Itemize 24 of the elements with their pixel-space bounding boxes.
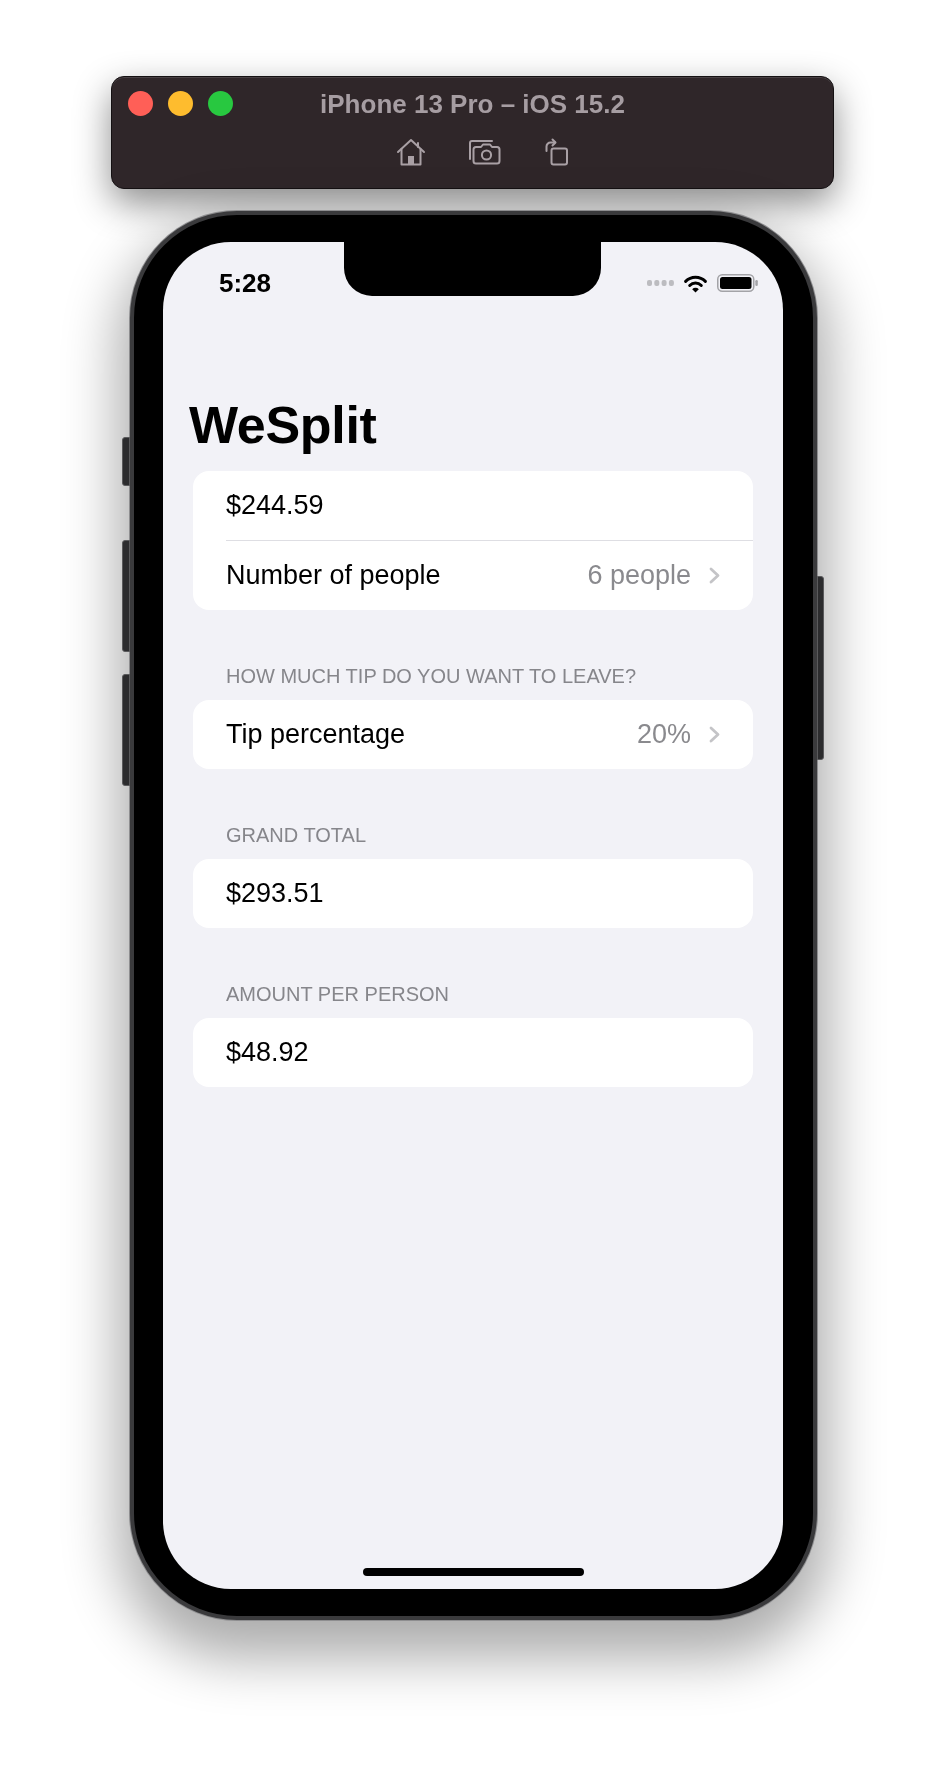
chevron-icon xyxy=(709,567,720,584)
wifi-icon xyxy=(682,273,709,293)
simulator-title: iPhone 13 Pro – iOS 15.2 xyxy=(320,87,625,120)
picker-button[interactable]: 20% xyxy=(636,719,720,750)
close-button[interactable] xyxy=(128,91,153,117)
status-time: 5:28 xyxy=(219,268,272,298)
battery-icon xyxy=(717,274,758,292)
amount-text: $293.51 xyxy=(226,878,325,909)
chevron-icon xyxy=(709,726,720,743)
section-header: GRAND TOTAL xyxy=(225,823,368,848)
zoom-button[interactable] xyxy=(208,91,233,117)
home-icon[interactable] xyxy=(396,138,426,167)
amount-text: $48.92 xyxy=(226,1037,310,1068)
navigation-title: WeSplit xyxy=(189,395,377,456)
section-header: HOW MUCH TIP DO YOU WANT TO LEAVE? xyxy=(225,664,638,689)
section-header: AMOUNT PER PERSON xyxy=(225,982,450,1007)
picker-label: Number of people xyxy=(226,560,442,591)
amount-field[interactable]: $244.59 xyxy=(193,471,753,540)
camera-icon[interactable] xyxy=(468,139,501,166)
minimize-button[interactable] xyxy=(168,91,193,117)
picker-button[interactable]: 6 people xyxy=(587,560,720,591)
signal-icon xyxy=(647,280,674,286)
rotate-icon[interactable] xyxy=(543,138,569,167)
picker-label: Tip percentage xyxy=(226,719,407,750)
